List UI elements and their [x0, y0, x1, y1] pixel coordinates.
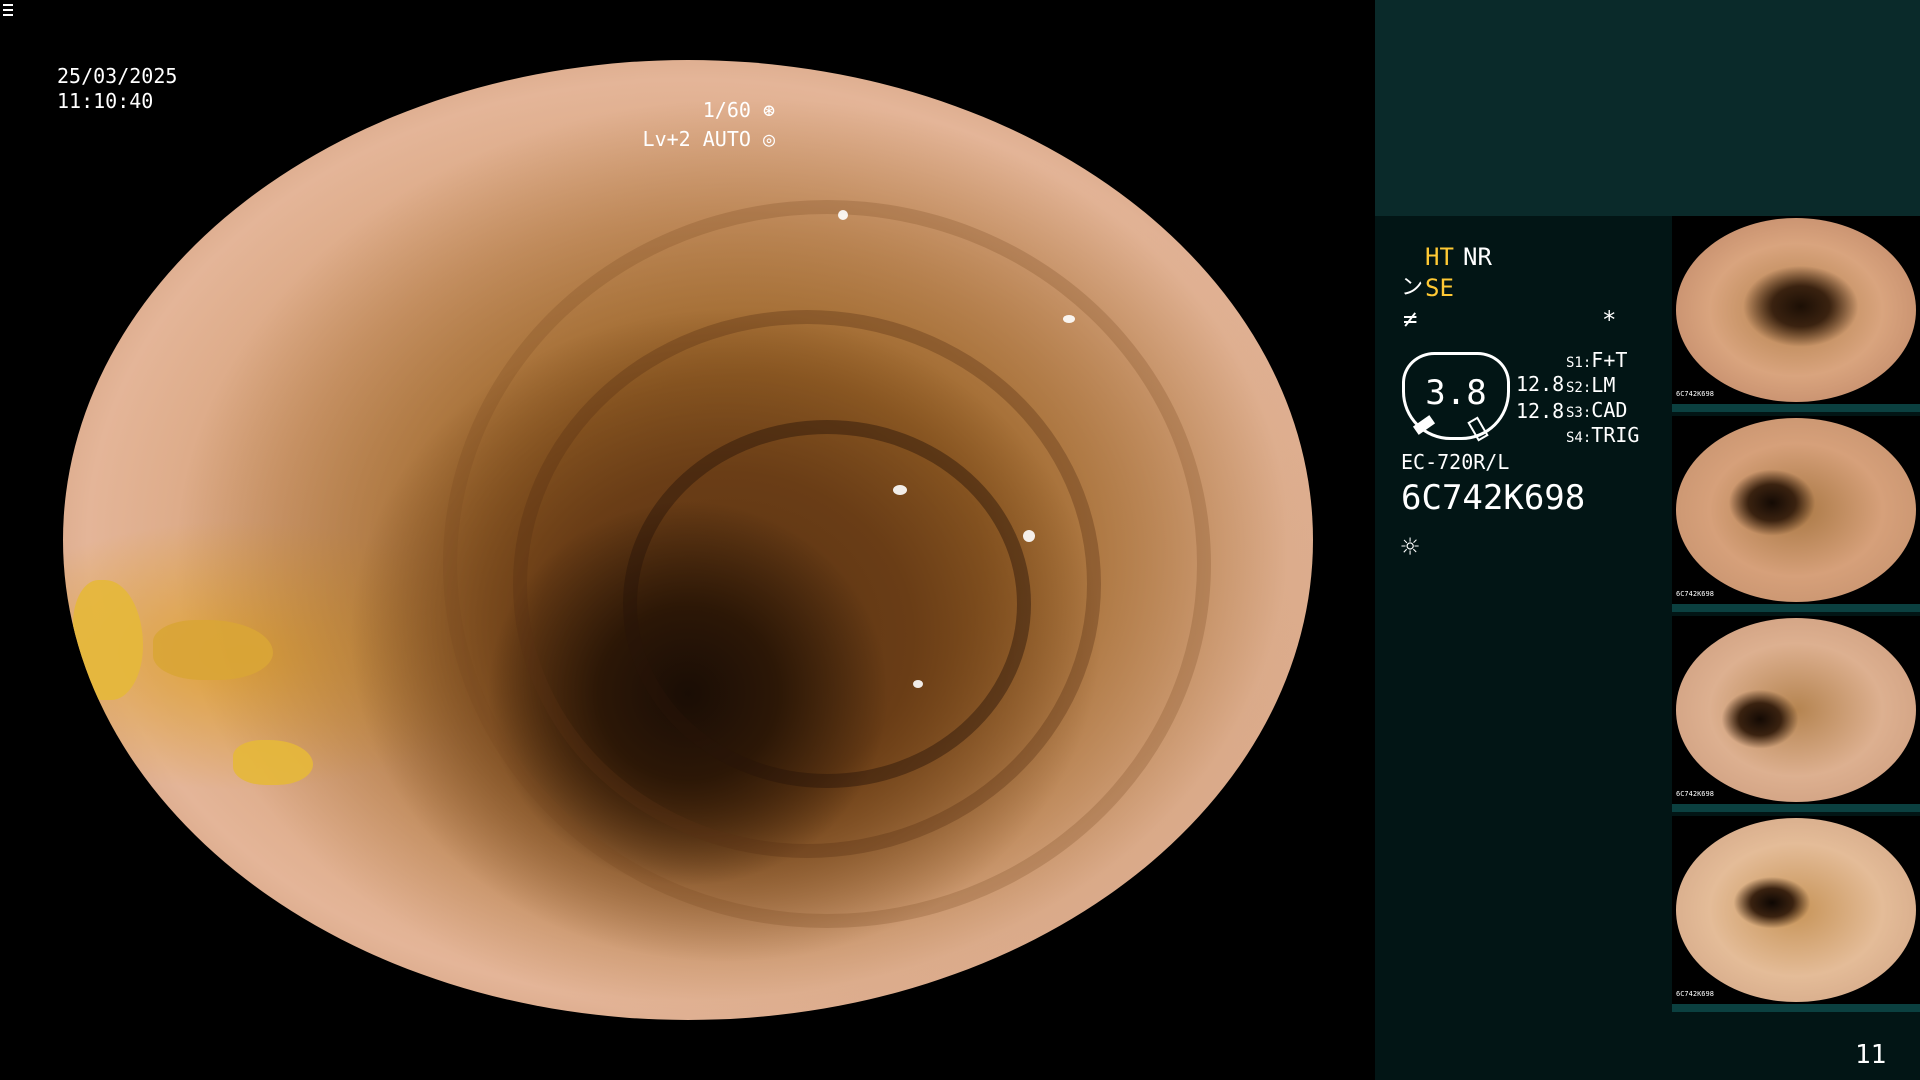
endoscopic-image: [63, 60, 1313, 1020]
light-reflection: [1063, 315, 1075, 323]
lumen-ring: [623, 420, 1031, 788]
switch-key: S1:: [1566, 355, 1592, 371]
asterisk-icon: *: [1602, 306, 1617, 334]
switch-assignment: S4:TRIG: [1566, 423, 1639, 450]
light-reflection: [913, 680, 923, 688]
freeze-icon: ≠: [1403, 305, 1418, 333]
shutter-speed: 1/60 ⊛: [703, 98, 775, 122]
brightness-level: Lv+2 AUTO ◎: [643, 127, 775, 151]
switch-value: CAD: [1591, 398, 1628, 422]
zoom-reading-2: 12.8: [1516, 399, 1565, 423]
switch-assignment: S1:F+T: [1566, 348, 1627, 375]
switch-key: S3:: [1566, 405, 1592, 421]
scope-model: EC-720R/L: [1401, 450, 1510, 474]
scope-serial: 6C742K698: [1401, 478, 1586, 518]
exam-time: 11:10:40: [57, 89, 154, 113]
shutter-value: 1/60: [702, 98, 751, 122]
exam-date: 25/03/2025: [57, 64, 178, 88]
thumbnail-label: 6C742K698: [1676, 590, 1714, 598]
nr-indicator: NR: [1463, 243, 1492, 271]
thumbnail-image: [1676, 418, 1916, 602]
light-reflection: [838, 210, 848, 220]
captured-image-strip: 6C742K698 6C742K698 6C742K698 6C742K698: [1672, 216, 1920, 1016]
thumbnail-label: 6C742K698: [1676, 790, 1714, 798]
thumbnail-image: [1676, 218, 1916, 402]
ht-indicator: HT: [1425, 243, 1454, 271]
thumbnail-label: 6C742K698: [1676, 390, 1714, 398]
switch-key: S2:: [1566, 380, 1592, 396]
endoscopy-main-view: 25/03/2025 11:10:40 1/60 ⊛ Lv+2 AUTO ◎: [0, 0, 1375, 1080]
residue: [73, 580, 143, 700]
auto-iris-icon: ◎: [762, 127, 775, 151]
switch-key: S4:: [1566, 430, 1592, 446]
light-source-icon: ☼: [1401, 530, 1420, 565]
light-reflection: [893, 485, 907, 495]
residue: [233, 740, 313, 785]
light-reflection: [1023, 530, 1035, 542]
switch-assignment: S3:CAD: [1566, 398, 1627, 425]
page-number: 11: [1855, 1040, 1887, 1070]
captured-thumbnail[interactable]: 6C742K698: [1672, 216, 1920, 412]
captured-thumbnail[interactable]: 6C742K698: [1672, 616, 1920, 812]
switch-value: F+T: [1591, 348, 1628, 372]
zoom-value: 3.8: [1425, 373, 1487, 413]
level-value: Lv+2 AUTO: [642, 127, 751, 151]
se-indicator: SE: [1425, 274, 1454, 302]
switch-value: TRIG: [1591, 423, 1640, 447]
captured-thumbnail[interactable]: 6C742K698: [1672, 816, 1920, 1012]
shutter-icon: ⊛: [762, 98, 775, 122]
thumbnail-image: [1676, 818, 1916, 1002]
switch-assignment: S2:LM: [1566, 373, 1615, 400]
thumbnail-image: [1676, 618, 1916, 802]
thumbnail-label: 6C742K698: [1676, 990, 1714, 998]
residue: [153, 620, 273, 680]
structure-enhance-icon: ン: [1401, 275, 1424, 300]
info-panel-header: [1375, 0, 1920, 216]
captured-thumbnail[interactable]: 6C742K698: [1672, 416, 1920, 612]
zoom-reading-1: 12.8: [1516, 372, 1565, 396]
switch-value: LM: [1591, 373, 1616, 397]
